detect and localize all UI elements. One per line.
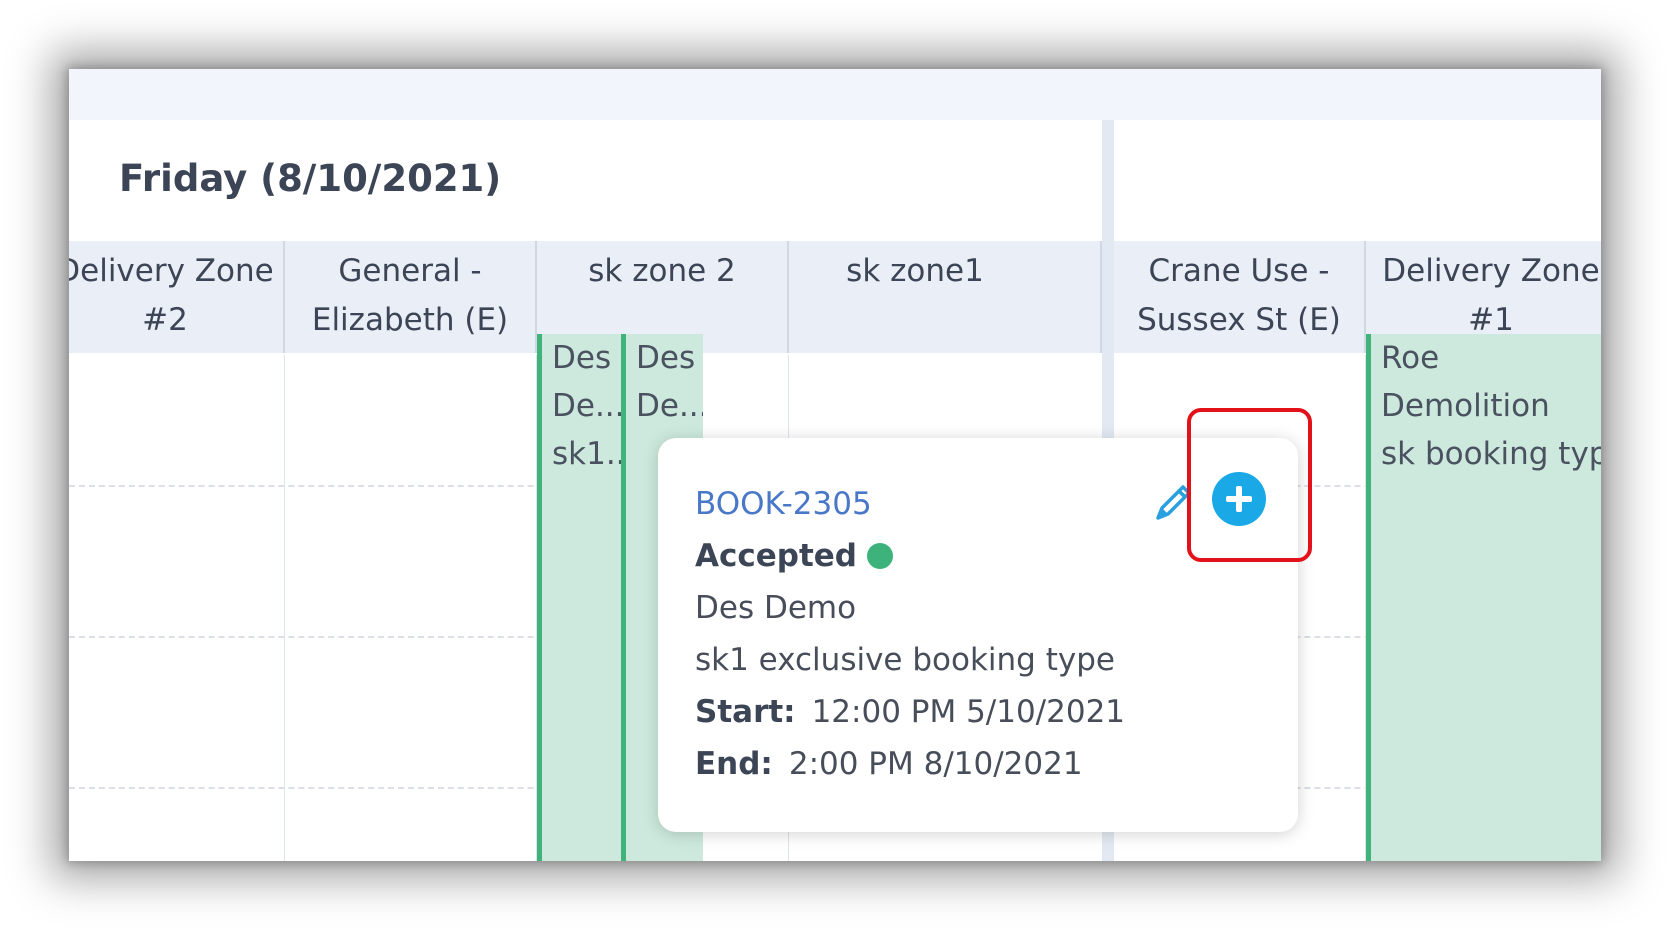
status-row: Accepted <box>695 530 1298 582</box>
column-header-line: Delivery Zone <box>69 253 274 289</box>
column-header-line: Elizabeth (E) <box>311 302 509 338</box>
end-label: End: <box>695 746 773 782</box>
pencil-icon[interactable] <box>1150 478 1198 526</box>
start-row: Start: 12:00 PM 5/10/2021 <box>695 686 1298 738</box>
client-name: Des Demo <box>695 590 857 626</box>
column-header-delivery-zone-2[interactable]: Delivery Zone #2 <box>69 241 285 353</box>
event-line: Des <box>552 340 612 376</box>
column-header-line: Delivery Zone <box>1382 253 1600 289</box>
start-label: Start: <box>695 694 796 730</box>
column-header-line: Crane Use - <box>1148 253 1330 289</box>
booking-id-link[interactable]: BOOK-2305 <box>695 478 1298 530</box>
grid-column-line <box>284 355 285 861</box>
day-title: Friday (8/10/2021) <box>119 157 502 200</box>
event-line: sk1... <box>552 436 621 472</box>
event-line: Des <box>636 340 696 376</box>
column-header-general-elizabeth[interactable]: General - Elizabeth (E) <box>285 241 537 353</box>
event-line: sk booking type <box>1381 436 1601 472</box>
status-label: Accepted <box>695 538 857 574</box>
event-line: De... <box>552 388 621 424</box>
event-line: De... <box>636 388 703 424</box>
booking-type: sk1 exclusive booking type <box>695 642 1115 678</box>
end-value: 2:00 PM 8/10/2021 <box>788 746 1083 782</box>
column-header-line: sk zone1 <box>846 253 984 289</box>
top-bar <box>69 69 1601 120</box>
event-line: Demolition <box>1381 388 1550 424</box>
column-header-line: #2 <box>142 302 188 338</box>
column-header-line: sk zone 2 <box>588 253 736 289</box>
booking-event[interactable]: Des De... sk1... <box>537 334 621 861</box>
column-header-line: General - <box>338 253 482 289</box>
column-header-line: Sussex St (E) <box>1137 302 1341 338</box>
status-dot <box>867 542 893 569</box>
booking-popup: BOOK-2305 Accepted Des Demo sk1 exclusiv… <box>658 438 1298 832</box>
column-header-crane-use-sussex[interactable]: Crane Use - Sussex St (E) <box>1114 241 1366 353</box>
plus-circle-icon[interactable] <box>1212 472 1266 526</box>
booking-event[interactable]: Roe Demolition sk booking type <box>1366 334 1601 861</box>
event-line: Roe <box>1381 340 1440 376</box>
column-header-sk-zone1[interactable]: sk zone1 <box>789 241 1102 353</box>
end-row: End: 2:00 PM 8/10/2021 <box>695 738 1298 790</box>
start-value: 12:00 PM 5/10/2021 <box>811 694 1126 730</box>
